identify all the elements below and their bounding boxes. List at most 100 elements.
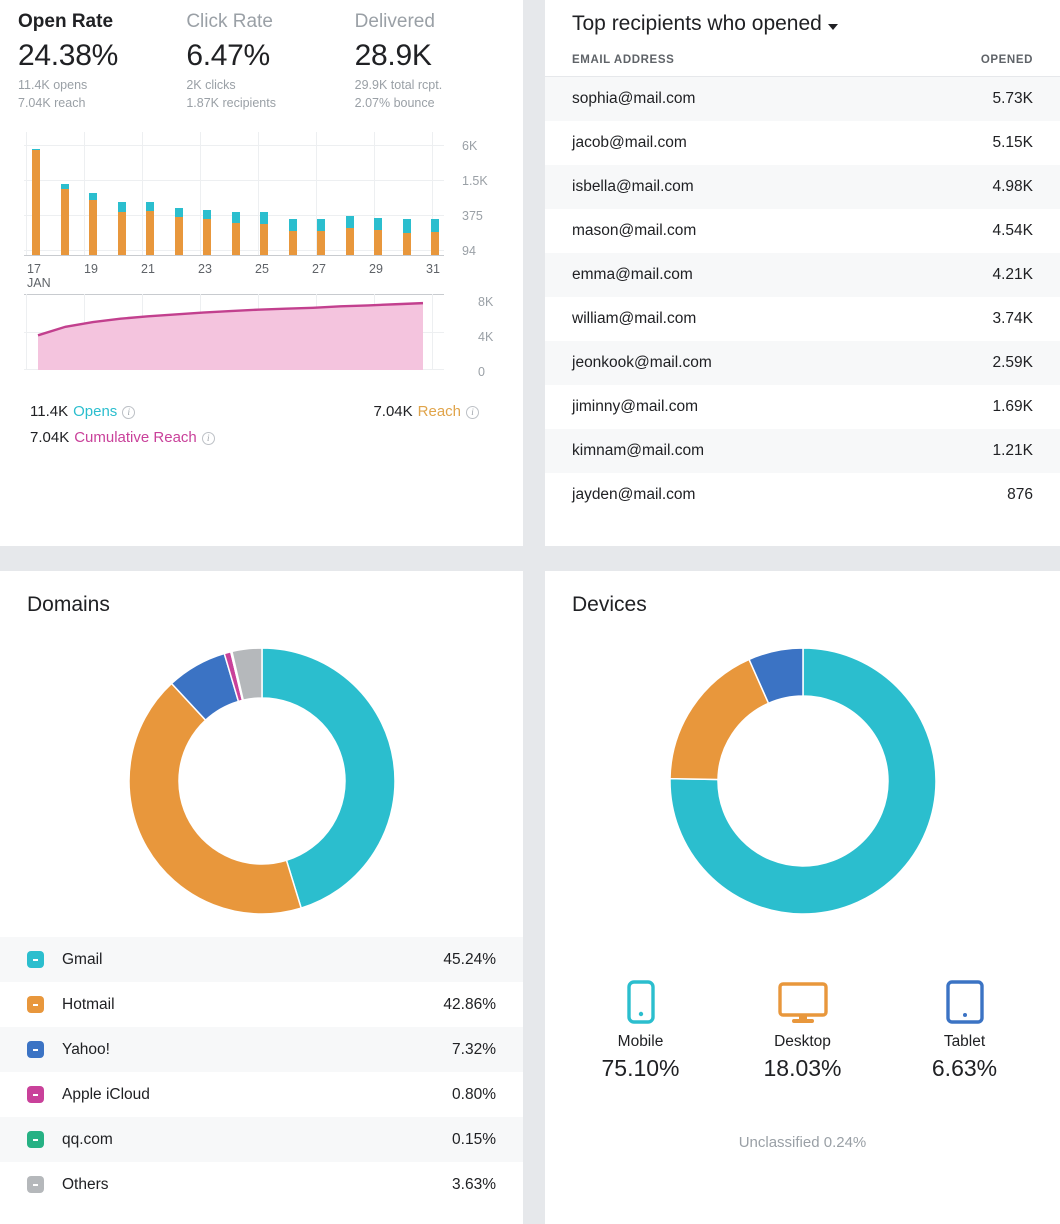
bar-chart-bar[interactable]: [203, 209, 211, 255]
domains-card: Domains Gmail 45.24% Hotmail 42.86% Yahoo! 7.…: [0, 571, 523, 1224]
bar-chart-bar[interactable]: [146, 202, 154, 255]
recipient-opened-count: 876: [1007, 485, 1033, 503]
table-row[interactable]: william@mail.com 3.74K: [545, 297, 1060, 341]
bar-segment-opens: [374, 229, 382, 255]
kpi-sub-2: 7.04K reach: [18, 96, 86, 110]
domain-name: Hotmail: [62, 995, 115, 1013]
bar-segment-reach: [203, 209, 211, 219]
table-row[interactable]: jeonkook@mail.com 2.59K: [545, 340, 1060, 385]
bar-segment-opens: [203, 218, 211, 255]
grid-line: [142, 132, 143, 256]
area-chart-series: [37, 301, 424, 370]
domain-percentage: 3.63%: [452, 1175, 496, 1193]
recipient-email: emma@mail.com: [572, 265, 693, 283]
legend-reach[interactable]: 7.04K Reach i: [373, 399, 479, 425]
area-chart-fill: [38, 303, 423, 370]
chevron-down-icon[interactable]: [827, 23, 838, 30]
y-axis-tick-label: 0: [478, 365, 485, 379]
legend-reach-label: Reach: [417, 403, 461, 420]
domains-legend-list: Gmail 45.24% Hotmail 42.86% Yahoo! 7.32% Apple…: [0, 937, 523, 1207]
kpi-label: Delivered: [354, 11, 435, 32]
list-item[interactable]: Gmail 45.24%: [0, 937, 523, 982]
list-item[interactable]: qq.com 0.15%: [0, 1117, 523, 1162]
bar-segment-reach: [174, 207, 183, 218]
bar-chart-bar[interactable]: [374, 217, 382, 255]
bar-segment-opens: [117, 211, 126, 255]
donut-slice[interactable]: [668, 658, 770, 781]
grid-line: [84, 132, 85, 256]
recipient-opened-count: 1.69K: [992, 397, 1033, 415]
bar-chart-bar[interactable]: [32, 149, 40, 255]
table-row[interactable]: jacob@mail.com 5.15K: [545, 121, 1060, 165]
kpi-open-rate: Open Rate 24.38% 11.4K opens 7.04K reach: [18, 8, 186, 112]
bar-chart-bar[interactable]: [260, 212, 268, 255]
table-row[interactable]: sophia@mail.com 5.73K: [545, 76, 1060, 121]
domain-name: Yahoo!: [62, 1040, 110, 1058]
bar-chart-bar[interactable]: [231, 211, 240, 255]
list-item[interactable]: Hotmail 42.86%: [0, 982, 523, 1027]
grid-line: [26, 132, 27, 256]
table-row[interactable]: isbella@mail.com 4.98K: [545, 164, 1060, 209]
table-row[interactable]: jayden@mail.com 876: [545, 473, 1060, 517]
campaign-metrics-card: Open Rate 24.38% 11.4K opens 7.04K reach…: [0, 0, 523, 546]
list-item[interactable]: Apple iCloud 0.80%: [0, 1072, 523, 1117]
bar-segment-reach: [345, 216, 354, 229]
bar-segment-reach: [231, 211, 240, 223]
recipient-email: isbella@mail.com: [572, 177, 694, 195]
table-header-row: EMAIL ADDRESS OPENED: [545, 50, 1060, 77]
x-axis-tick-label: 27: [312, 262, 326, 276]
bar-segment-opens: [231, 222, 240, 255]
device-stat: Tablet 6.63%: [913, 973, 1017, 1082]
list-item[interactable]: Yahoo! 7.32%: [0, 1027, 523, 1072]
domain-name: Gmail: [62, 950, 103, 968]
bar-segment-opens: [174, 217, 183, 255]
y-axis-tick-label: 1.5K: [462, 174, 488, 188]
bar-segment-reach: [402, 219, 411, 233]
donut-slice[interactable]: [127, 682, 302, 915]
bar-chart-bar[interactable]: [174, 207, 183, 255]
devices-donut-svg: [668, 647, 937, 915]
bar-segment-reach: [146, 202, 154, 211]
bar-segment-reach: [374, 217, 382, 230]
recipient-opened-count: 4.21K: [992, 265, 1033, 283]
info-icon[interactable]: i: [122, 405, 136, 419]
kpi-sub-2: 1.87K recipients: [186, 96, 276, 110]
device-percentage: 75.10%: [601, 1055, 680, 1081]
table-row[interactable]: jiminny@mail.com 1.69K: [545, 385, 1060, 429]
table-row[interactable]: emma@mail.com 4.21K: [545, 252, 1060, 297]
legend-opens[interactable]: 11.4K Opens i: [30, 399, 136, 425]
list-item[interactable]: Others 3.63%: [0, 1162, 523, 1207]
domain-percentage: 7.32%: [452, 1040, 496, 1058]
chart-legend: 11.4K Opens i 7.04K Reach i 7.04K Cumula…: [0, 383, 523, 451]
recipient-opened-count: 5.73K: [992, 89, 1033, 107]
bar-chart-bar[interactable]: [89, 193, 97, 255]
unclassified-label: Unclassified 0.24%: [738, 1134, 867, 1151]
recipient-email: jacob@mail.com: [572, 133, 687, 151]
bar-chart-bar[interactable]: [431, 219, 439, 255]
bar-chart-bar[interactable]: [117, 202, 126, 255]
x-axis-tick-label: 31: [426, 262, 440, 276]
info-icon[interactable]: i: [466, 405, 479, 419]
bar-chart-bar[interactable]: [60, 183, 69, 255]
color-swatch-icon: [27, 1131, 44, 1148]
table-row[interactable]: kimnam@mail.com 1.21K: [545, 428, 1060, 473]
bar-segment-reach: [431, 219, 439, 233]
bar-segment-opens: [146, 211, 154, 255]
recipient-email: jeonkook@mail.com: [572, 353, 712, 371]
kpi-click-rate: Click Rate 6.47% 2K clicks 1.87K recipie…: [186, 8, 354, 112]
recipient-opened-count: 1.21K: [992, 441, 1033, 459]
y-axis-tick-label: 94: [462, 244, 476, 258]
recipient-opened-count: 4.98K: [992, 177, 1033, 195]
bar-chart-bar[interactable]: [317, 219, 325, 255]
legend-cumulative-reach[interactable]: 7.04K Cumulative Reach i: [30, 425, 215, 451]
bar-chart-bar[interactable]: [288, 218, 297, 255]
bar-chart-bar[interactable]: [402, 219, 411, 255]
bar-chart-bar[interactable]: [345, 216, 354, 255]
top-recipients-dropdown[interactable]: Top recipients who opened: [545, 0, 1060, 36]
info-icon[interactable]: i: [201, 431, 215, 445]
table-row[interactable]: mason@mail.com 4.54K: [545, 209, 1060, 253]
recipient-opened-count: 5.15K: [992, 133, 1033, 151]
grid-line: [24, 145, 444, 146]
domain-name: Apple iCloud: [62, 1085, 150, 1103]
mobile-phone-icon: [589, 973, 693, 1025]
